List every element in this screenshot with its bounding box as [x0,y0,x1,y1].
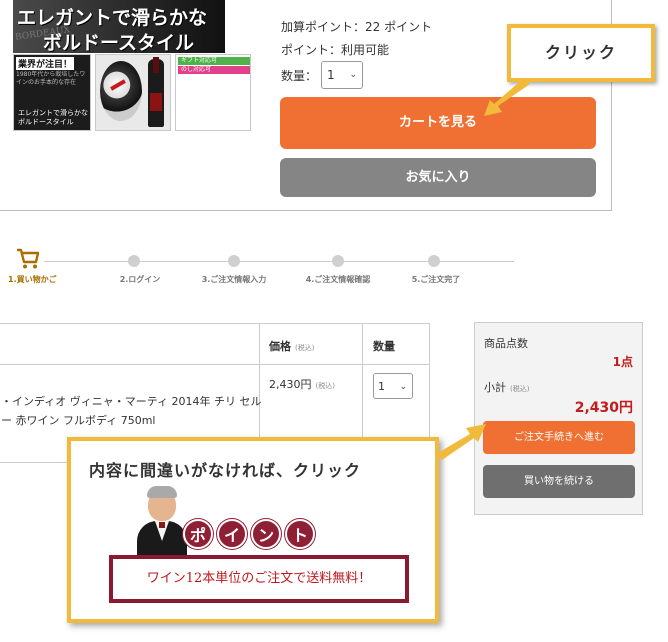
thumb1-footer: エレガントで滑らかなボルドースタイル [18,109,88,126]
wine-bottle-image [148,57,164,127]
tax-note: (税込) [315,382,335,390]
item-count-value: 1点 [612,355,633,369]
product-thumbnail-1[interactable]: 業界が注目！ 1980年代から栽培したワインのお手本的な存在 エレガントで滑らか… [13,54,91,131]
point-badge: イ [217,519,247,549]
item-quantity-value: 1 [378,380,385,393]
product-thumbnail-3[interactable]: ギフト対応可 のし対応可 [175,54,251,131]
steps-line [44,261,514,262]
sommelier-image [135,485,189,555]
view-cart-button[interactable]: カートを見る [280,97,596,149]
step-label: 3.ご注文情報入力 [201,275,267,284]
quantity-value: 1 [327,68,335,82]
step-dot [228,255,240,267]
tax-note: (税込) [295,344,315,352]
continue-shopping-button[interactable]: 買い物を続ける [483,465,635,498]
quantity-header: 数量 [373,340,395,353]
item-price-value: 2,430円 [269,378,312,391]
sommelier-tie [159,522,165,528]
callout-headline: 内容に間違いがなければ、クリック [89,461,362,480]
price-header-label: 価格 [269,340,291,353]
cart-table-header [0,324,429,365]
point-badge: ト [285,519,315,549]
subtotal-label: 小計 (税込) [484,379,529,395]
sommelier-hair [147,486,177,498]
product-thumbnail-2[interactable] [95,54,171,131]
instruction-callout: 内容に間違いがなければ、クリック ポ イ ン ト ワイン12本単位のご注文で送料… [67,437,439,623]
step-label: 5.ご注文完了 [411,275,461,284]
subtotal-label-text: 小計 [484,381,506,394]
item-count-label: 商品点数 [484,337,528,350]
banner-line1: エレガントで滑らかな [17,7,208,29]
point-badge: ン [251,519,281,549]
chevron-down-icon: ⌄ [349,70,357,80]
product-banner-image: BORDEAUX エレガントで滑らかな ボルドースタイル [13,0,225,53]
point-badge: ポ [183,519,213,549]
points-usable: ポイント：利用可能 [281,43,390,57]
checkout-button[interactable]: ご注文手続きへ進む [483,421,635,454]
points-added: 加算ポイント：22 ポイント [281,20,433,34]
quantity-select[interactable]: 1 ⌄ [321,61,363,89]
thumb1-body: 1980年代から栽培したワインのお手本的な存在 [16,71,86,86]
step-dot [428,255,440,267]
favorite-button[interactable]: お気に入り [280,158,596,197]
bottle-label [150,93,162,111]
step-label: 1.買い物かご [8,275,57,284]
chevron-down-icon: ⌄ [399,382,407,392]
subtotal-value: 2,430円 [574,400,633,416]
thumb1-headline: 業界が注目！ [16,57,75,70]
price-header: 価格 (税込) [269,338,314,354]
item-name[interactable]: ・インディオ ヴィニャ・マーティ 2014年 チリ セルー 赤ワイン フルボディ… [1,392,263,430]
free-shipping-promo: ワイン12本単位のご注文で送料無料！ [109,555,409,603]
banner-line2: ボルドースタイル [43,32,195,53]
order-summary: 商品点数 1点 小計 (税込) 2,430円 ご注文手続きへ進む 買い物を続ける [474,322,643,515]
label-art-image [100,61,142,121]
step-label: 4.ご注文情報確認 [305,275,371,284]
step-dot [332,255,344,267]
gift-tag: ギフト対応可 [178,57,250,65]
item-price: 2,430円 (税込) [269,376,335,392]
checkout-steps: 1.買い物かご 2.ログイン 3.ご注文情報入力 4.ご注文情報確認 5.ご注文… [0,246,560,286]
step-dot [128,255,140,267]
noshi-tag: のし対応可 [178,66,250,74]
tax-note: (税込) [510,385,530,393]
click-callout: クリック [507,24,655,82]
callout-arrow-icon [436,424,486,460]
quantity-label: 数量： [281,69,318,83]
callout-arrow-icon [484,78,530,116]
step-label: 2.ログイン [119,275,161,284]
item-quantity-select[interactable]: 1 ⌄ [373,373,413,399]
